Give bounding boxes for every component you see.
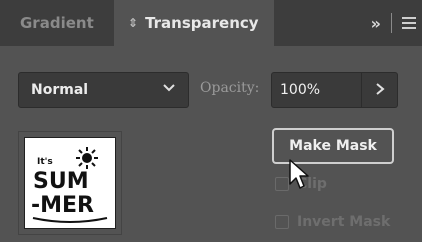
tab-gradient-label: Gradient	[20, 14, 94, 32]
hamburger-menu-icon[interactable]	[402, 17, 416, 29]
tab-transparency-label: Transparency	[145, 14, 259, 32]
mouse-pointer-icon	[289, 159, 309, 189]
transparency-panel: Gradient ⇕ Transparency » Normal Opacity…	[0, 0, 422, 242]
chevron-right-icon	[374, 81, 386, 100]
invert-mask-option[interactable]: Invert Mask	[275, 214, 390, 230]
opacity-input[interactable]	[271, 72, 362, 108]
artwork-thumbnail[interactable]: It's SUM -MER	[24, 137, 116, 229]
svg-text:It's: It's	[37, 157, 53, 167]
tab-transparency[interactable]: ⇕ Transparency	[114, 0, 274, 46]
panel-overflow-icon[interactable]: »	[371, 14, 381, 33]
make-mask-label: Make Mask	[289, 138, 377, 154]
panel-controls: »	[342, 0, 422, 46]
panel-tab-bar: Gradient ⇕ Transparency »	[0, 0, 422, 46]
summer-logo: It's SUM -MER	[31, 147, 108, 223]
divider	[391, 13, 392, 33]
blend-mode-value: Normal	[31, 82, 89, 98]
chevron-down-icon	[162, 80, 176, 98]
opacity-slider-button[interactable]	[362, 72, 398, 108]
tab-gradient[interactable]: Gradient	[20, 0, 94, 46]
opacity-label: Opacity:	[200, 80, 260, 96]
svg-text:SUM: SUM	[33, 169, 89, 194]
blend-mode-dropdown[interactable]: Normal	[18, 72, 189, 108]
invert-mask-checkbox[interactable]	[275, 215, 289, 229]
svg-text:-MER: -MER	[31, 193, 94, 218]
invert-mask-label: Invert Mask	[297, 214, 391, 230]
collapse-arrows-icon[interactable]: ⇕	[128, 16, 138, 30]
